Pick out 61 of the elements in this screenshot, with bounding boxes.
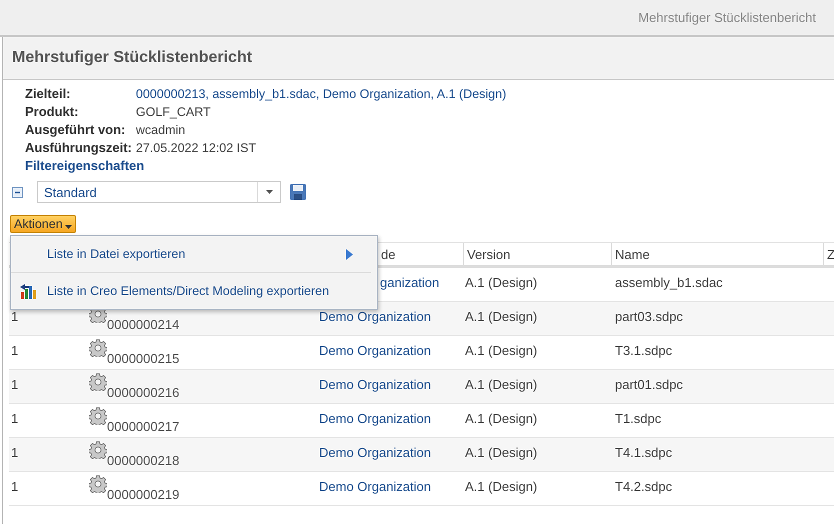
- organization-link[interactable]: Demo Organization: [319, 377, 431, 392]
- info-link[interactable]: 0000000213, assembly_b1.sdac, Demo Organization, A.1 (Design): [136, 85, 834, 103]
- gear-icon: [89, 407, 107, 425]
- submenu-arrow-icon: [346, 248, 353, 260]
- gear-icon: [89, 475, 107, 493]
- version-cell: A.1 (Design): [465, 377, 538, 392]
- part-number[interactable]: 0000000217: [107, 419, 180, 434]
- level-cell: 1: [11, 411, 18, 426]
- menu-item[interactable]: Liste in Creo Elements/Direct Modeling exportieren: [11, 272, 371, 309]
- name-cell: part03.sdpc: [615, 309, 683, 324]
- version-cell: A.1 (Design): [465, 411, 538, 426]
- level-cell: 1: [11, 343, 18, 358]
- info-value: wcadmin: [136, 122, 186, 139]
- name-cell: T3.1.sdpc: [615, 343, 672, 358]
- organization-link[interactable]: Demo Organization: [319, 411, 431, 426]
- version-cell: A.1 (Design): [465, 309, 538, 324]
- organization-link[interactable]: Demo Organization: [319, 479, 431, 494]
- caret-icon: [266, 190, 272, 194]
- name-cell: T4.1.sdpc: [615, 445, 672, 460]
- part-number[interactable]: 0000000214: [107, 317, 180, 332]
- info-label: Produkt:: [25, 103, 80, 121]
- filter-heading: Filtereigenschaften: [24, 157, 146, 175]
- name-cell: part01.sdpc: [615, 377, 683, 392]
- level-cell: 1: [11, 479, 18, 494]
- part-number[interactable]: 0000000215: [107, 351, 180, 366]
- level-cell: 1: [11, 309, 18, 324]
- column-header[interactable]: Name: [611, 243, 823, 265]
- version-cell: A.1 (Design): [465, 275, 538, 290]
- collapse-toggle[interactable]: [12, 186, 23, 198]
- name-cell: assembly_b1.sdac: [615, 275, 723, 290]
- organization-link[interactable]: Demo Organization: [319, 445, 431, 460]
- version-cell: A.1 (Design): [465, 479, 538, 494]
- save-icon[interactable]: [289, 183, 307, 201]
- filter-select[interactable]: Standard: [37, 181, 281, 203]
- name-cell: T4.2.sdpc: [615, 479, 672, 494]
- window-title: Mehrstufiger Stücklistenbericht: [638, 10, 816, 25]
- version-cell: A.1 (Design): [465, 343, 538, 358]
- gear-icon: [89, 441, 107, 459]
- column-header[interactable]: de: [311, 243, 463, 265]
- info-label: Ausgeführt von:: [25, 121, 126, 139]
- gear-icon: [89, 339, 107, 357]
- version-cell: A.1 (Design): [465, 445, 538, 460]
- gear-icon: [89, 373, 107, 391]
- level-cell: 1: [11, 445, 18, 460]
- part-number[interactable]: 0000000218: [107, 453, 180, 468]
- part-number[interactable]: 0000000216: [107, 385, 180, 400]
- part-number[interactable]: 0000000219: [107, 487, 180, 502]
- level-cell: 1: [11, 377, 18, 392]
- actions-button[interactable]: Aktionen: [10, 215, 76, 233]
- organization-link[interactable]: ganization: [380, 275, 440, 290]
- organization-link[interactable]: Demo Organization: [319, 343, 431, 358]
- organization-link[interactable]: Demo Organization: [319, 309, 431, 324]
- info-label: Zielteil:: [25, 85, 72, 103]
- info-label: Ausführungszeit:: [25, 139, 132, 157]
- info-value: 27.05.2022 12:02 IST: [136, 140, 258, 157]
- info-value: GOLF_CART: [136, 104, 212, 121]
- caret-icon: [64, 225, 72, 229]
- panel-title: Mehrstufiger Stücklistenbericht: [12, 49, 252, 67]
- name-cell: T1.sdpc: [615, 411, 662, 426]
- chart-export-icon: [19, 283, 37, 299]
- column-header[interactable]: Version: [463, 243, 611, 265]
